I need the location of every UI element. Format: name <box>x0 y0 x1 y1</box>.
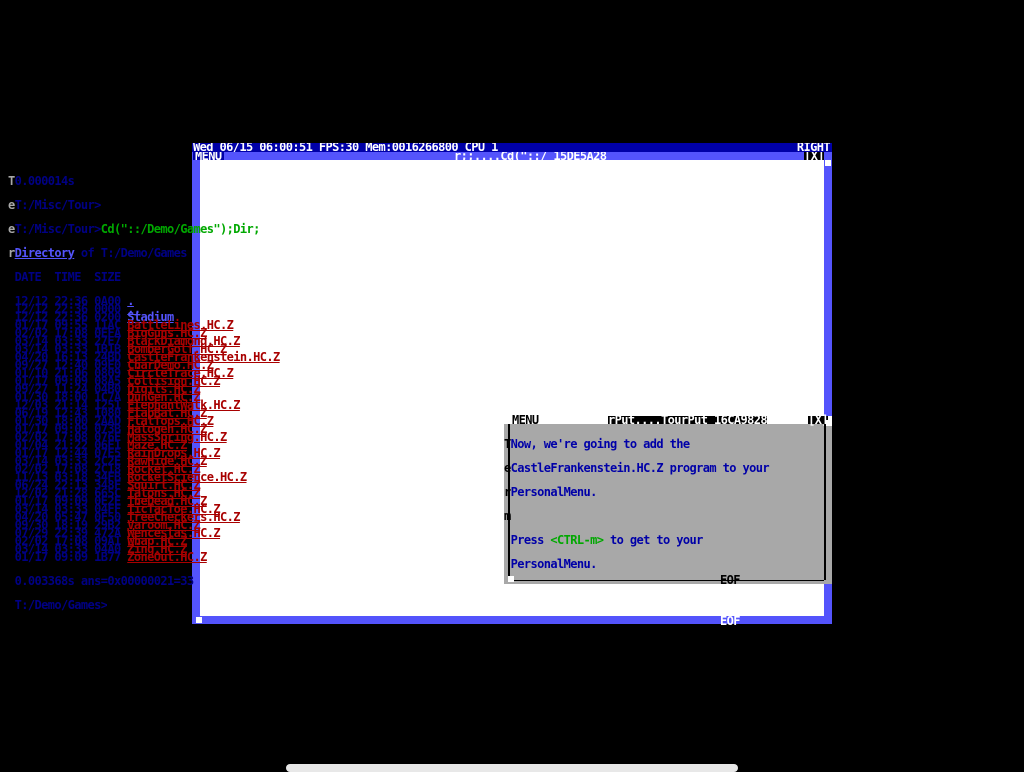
command-line: eT:/Misc/Tour>Cd("::/Demo/Games");Dir; <box>8 222 260 236</box>
scroll-knob-top[interactable] <box>825 160 831 166</box>
popup-line-4-post: to get to your <box>603 533 703 547</box>
scroll-knob-left[interactable] <box>196 617 202 623</box>
popup-line-3: PersonalMenu. <box>510 485 598 499</box>
popup-title: rPut....TourPut 16CA9828 <box>608 413 768 427</box>
menu-button[interactable]: MENU <box>193 152 224 160</box>
window-title: r;;....Cd("::/ 15DE5A28 <box>454 152 607 160</box>
result-line: 0.003368s ans=0x00000021=33 <box>14 574 194 588</box>
popup-titlebar[interactable]: MENU rPut....TourPut 16CA9828 [X] <box>504 413 832 427</box>
terminal-output: T0.000014s eT:/Misc/Tour> eT:/Misc/Tour>… <box>8 161 280 617</box>
terminal-titlebar[interactable]: MENU r;;....Cd("::/ 15DE5A28 [X] <box>192 152 832 160</box>
listing-row: 01/17 09:09 1B77 ZoneOut.HC.Z <box>8 550 280 564</box>
home-indicator[interactable] <box>286 764 738 772</box>
popup-line-4-pre: Press <box>510 533 551 547</box>
popup-scroll-knob[interactable] <box>508 576 514 582</box>
text-cursor <box>107 601 115 609</box>
eof-marker: EOF <box>720 614 740 628</box>
ctrl-m-key[interactable]: <CTRL-m> <box>550 533 604 547</box>
status-right-label: RIGHT <box>796 143 831 152</box>
directory-link[interactable]: Directory <box>15 246 75 260</box>
system-status-bar: Wed 06/15 06:00:51 FPS:30 Mem:0016266800… <box>192 143 832 152</box>
current-prompt[interactable]: T:/Demo/Games> <box>8 599 280 611</box>
popup-menu-button[interactable]: MENU <box>512 414 539 426</box>
directory-heading: rDirectory of T:/Demo/Games <box>8 246 187 260</box>
popup-line-1: Now, we're going to add the <box>510 437 690 451</box>
file-meta: 01/17 09:09 1B77 <box>14 550 128 564</box>
listing-header: DATE TIME SIZE <box>14 270 122 284</box>
popup-line-5: PersonalMenu. <box>510 557 598 571</box>
popup-bottom-rule <box>512 580 824 581</box>
close-button[interactable]: [X] <box>804 152 825 160</box>
popup-line-2: CastleFrankenstein.HC.Z program to your <box>510 461 770 475</box>
prompt-line: eT:/Misc/Tour> <box>8 198 101 212</box>
popup-text: TNow, we're going to add the eCastleFran… <box>504 437 770 571</box>
popup-eof-marker: EOF <box>720 573 740 587</box>
timing-line: T0.000014s <box>8 174 75 188</box>
file-link[interactable]: ZoneOut.HC.Z <box>127 550 207 564</box>
directory-listing: 12/12 22:36 0A00 . 12/12 22:36 0000 .. 1… <box>8 295 281 564</box>
status-text: Wed 06/15 06:00:51 FPS:30 Mem:0016266800… <box>193 143 498 152</box>
horizontal-scrollbar[interactable]: EOF <box>192 614 832 628</box>
popup-scroll-knob-top[interactable] <box>826 420 832 426</box>
